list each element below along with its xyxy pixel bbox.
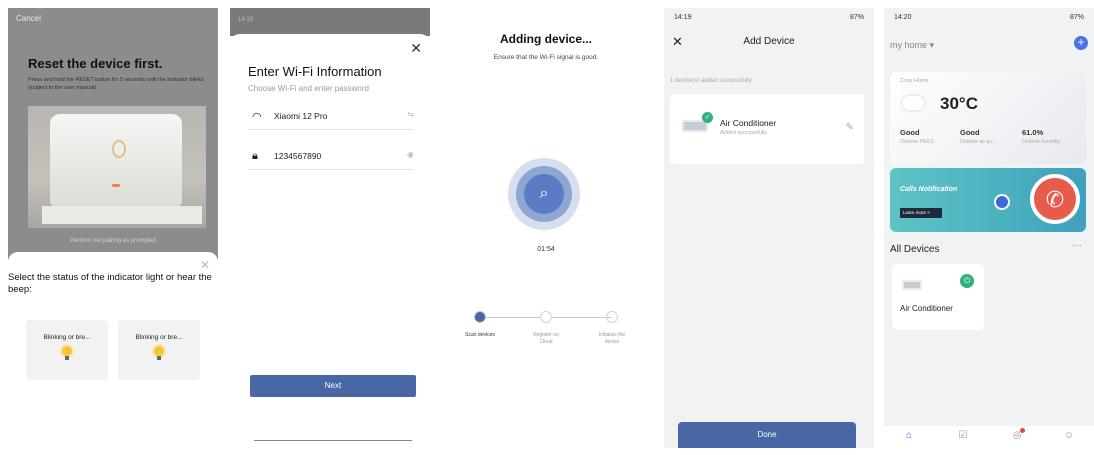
reset-title: Reset the device first. — [28, 56, 163, 71]
device-name: Air Conditioner — [720, 118, 777, 128]
add-icon[interactable]: + — [1074, 36, 1088, 50]
cancel-button[interactable]: Cancel — [16, 14, 41, 23]
weather-stat: Good Outdoor air qu... — [960, 128, 996, 145]
indicator-option-1[interactable]: Blinking or bre... — [26, 320, 108, 380]
stat-label: Outdoor air qu... — [960, 139, 997, 145]
stat-label: Outdoor PM2.5 — [900, 139, 934, 145]
device-photo — [28, 106, 206, 228]
device-status: Added successfully — [720, 130, 768, 136]
wifi-subtitle: Choose Wi-Fi and enter password — [248, 84, 369, 93]
calls-notification-banner[interactable]: Calls Notification Learn more > ✆ — [890, 168, 1086, 232]
password-field[interactable]: 🔒︎ 1234567890 ◉ — [248, 142, 414, 170]
wifi-title: Enter Wi-Fi Information — [248, 64, 382, 79]
weather-stat: 61.0% Outdoor humidity — [1022, 128, 1060, 145]
eye-icon[interactable]: ◉ — [407, 150, 414, 159]
status-bar: 14:19 — [230, 8, 430, 36]
step-label-initialize: Initialize the device — [598, 332, 626, 345]
home-selector[interactable]: my home ▾ — [890, 40, 934, 51]
step-dot-register — [540, 311, 552, 323]
password-value: 1234567890 — [274, 151, 322, 161]
pairing-prompt: Perform net pairing as prompted — [69, 238, 157, 244]
switch-network-icon[interactable]: ⇆ — [407, 110, 414, 119]
air-conditioner-icon — [902, 280, 922, 290]
status-bar: 14:20 87% — [894, 14, 1094, 21]
router-base — [42, 206, 202, 224]
status-time: 14:20 — [894, 14, 912, 21]
lock-icon: 🔒︎ — [252, 150, 258, 162]
stat-label: Outdoor humidity — [1022, 139, 1061, 145]
reset-button-icon — [112, 140, 126, 158]
step-label-scan: Scan devices — [465, 332, 495, 338]
mall-tab-icon[interactable]: ◎ — [1010, 428, 1025, 442]
status-time: 14:19 — [238, 17, 254, 23]
device-name: Air Conditioner — [900, 304, 953, 313]
indicator-question: Select the status of the indicator light… — [8, 272, 212, 295]
done-button[interactable]: Done — [678, 422, 856, 448]
weather-stat: Good Outdoor PM2.5 — [900, 128, 934, 145]
router-image — [50, 114, 182, 206]
option-label: Blinking or bre... — [135, 334, 183, 341]
profile-tab-icon[interactable]: ☺ — [1062, 430, 1076, 442]
search-icon: ⌕ — [524, 174, 564, 214]
edit-icon[interactable]: ✎ — [846, 122, 854, 133]
status-bar: 14:19 87% — [674, 14, 874, 21]
wifi-ssid-field[interactable]: ◠ Xiaomi 12 Pro ⇆ — [248, 102, 414, 130]
indicator-sheet: ✕ Select the status of the indicator lig… — [8, 252, 218, 448]
step-line — [552, 317, 612, 318]
reset-description: Press and hold the RESET button for 5 se… — [28, 77, 204, 91]
weather-card[interactable]: Cozy Home 30°C Good Outdoor PM2.5 Good O… — [890, 72, 1086, 164]
next-button[interactable]: Next — [250, 375, 416, 397]
status-time: 14:19 — [674, 14, 692, 21]
temperature: 30°C — [940, 94, 978, 113]
add-device-screen: 14:19 87% ✕ Add Device 1 device(s) added… — [664, 8, 874, 448]
indicator-led-icon — [112, 184, 120, 187]
option-label: Blinking or bre... — [43, 334, 91, 341]
learn-more-button[interactable]: Learn more > — [900, 208, 942, 218]
step-line — [480, 317, 540, 318]
device-card[interactable]: ✓ Air Conditioner Added successfully ✎ — [670, 94, 864, 164]
bulb-icon — [62, 346, 72, 360]
banner-title: Calls Notification — [900, 186, 958, 193]
wifi-icon: ◠ — [252, 111, 262, 123]
indicator-option-2[interactable]: Blinking or bre... — [118, 320, 200, 380]
power-icon[interactable]: ⏻ — [960, 274, 974, 288]
step-dot-initialize — [606, 311, 618, 323]
stat-value: 61.0% — [1022, 128, 1044, 137]
home-label: Cozy Home — [900, 78, 929, 84]
progress-steps: Scan devices Register on Cloud Initializ… — [465, 310, 626, 350]
home-tab-icon[interactable]: ⌂ — [902, 430, 916, 442]
stat-value: Good — [900, 128, 920, 137]
scene-tab-icon[interactable]: ☑ — [956, 430, 970, 442]
home-screen: 14:20 87% my home ▾ + Cozy Home 30°C Goo… — [884, 8, 1094, 448]
ssid-value: Xiaomi 12 Pro — [274, 111, 328, 121]
wifi-sheet: ✕ Enter Wi-Fi Information Choose Wi-Fi a… — [230, 34, 430, 448]
adding-screen: Adding device... Ensure that the Wi-Fi s… — [446, 8, 646, 448]
reset-screen: Cancel Reset the device first. Press and… — [8, 8, 218, 448]
close-icon[interactable]: ✕ — [200, 258, 210, 272]
notification-dot — [1020, 428, 1025, 433]
add-device-title: Add Device — [743, 36, 795, 47]
adding-title: Adding device... — [499, 32, 592, 46]
step-label-register: Register on Cloud — [533, 332, 559, 345]
more-icon[interactable]: ··· — [1072, 240, 1082, 251]
device-tile[interactable]: ⏻ Air Conditioner — [892, 264, 984, 330]
adding-subtitle: Ensure that the Wi-Fi signal is good. — [493, 54, 599, 61]
success-count: 1 device(s) added successfully — [670, 78, 752, 84]
all-devices-heading: All Devices — [890, 244, 940, 255]
keyboard-bar — [254, 440, 412, 441]
bulb-icon — [154, 346, 164, 360]
phone-icon: ✆ — [1030, 174, 1080, 224]
wifi-screen: 14:19 ✕ Enter Wi-Fi Information Choose W… — [230, 8, 430, 448]
battery-level: 87% — [1069, 14, 1084, 21]
cloud-icon — [902, 96, 924, 110]
battery-level: 87% — [849, 14, 864, 21]
check-icon: ✓ — [702, 112, 713, 123]
tab-bar: ⌂ ☑ ◎ ☺ — [884, 426, 1094, 448]
close-icon[interactable]: ✕ — [410, 40, 422, 57]
countdown-timer: 01:54 — [537, 246, 555, 253]
stat-value: Good — [960, 128, 980, 137]
step-dot-scan — [474, 311, 486, 323]
lock-icon — [994, 194, 1010, 210]
